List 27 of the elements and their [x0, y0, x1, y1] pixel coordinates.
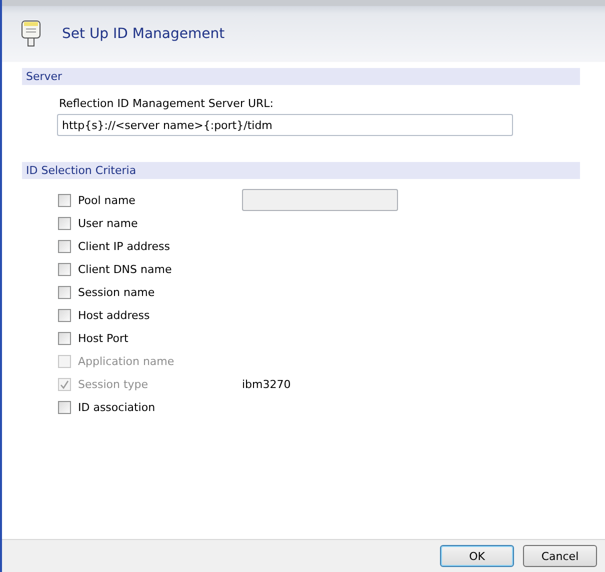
cancel-button[interactable]: Cancel	[523, 545, 597, 567]
connector-icon	[20, 19, 42, 49]
section-header: ID Selection Criteria	[22, 162, 580, 179]
checkbox-label: ID association	[78, 400, 156, 414]
checkbox-label: Client IP address	[78, 240, 171, 252]
checkbox[interactable]	[58, 332, 71, 344]
checkbox-label: User name	[78, 216, 139, 230]
checkbox[interactable]	[58, 216, 71, 230]
checkbox[interactable]	[58, 400, 71, 414]
checkbox[interactable]	[58, 308, 71, 322]
window-title: Set Up ID Management	[62, 26, 225, 42]
checkbox[interactable]	[58, 240, 71, 252]
checkbox-label: Application name	[78, 354, 176, 368]
checkbox[interactable]	[58, 262, 71, 276]
value-text: ibm3270	[242, 378, 291, 390]
checkbox-label: Client DNS name	[78, 262, 173, 276]
checkbox[interactable]	[58, 286, 71, 298]
checkbox-label: Host Port	[78, 332, 130, 344]
checkbox[interactable]	[58, 194, 71, 206]
section-header: Server	[22, 68, 580, 85]
checkbox-label: Session name	[78, 286, 156, 298]
checkbox-label: Pool name	[78, 194, 136, 206]
checkbox-label: Host address	[78, 308, 151, 322]
field-label: Reflection ID Management Server URL:	[59, 97, 274, 110]
ok-button[interactable]: OK	[440, 545, 514, 567]
checkbox-label: Session type	[78, 378, 150, 390]
url-field[interactable]: http{s}://<server name>{:port}/tidm	[57, 114, 513, 136]
